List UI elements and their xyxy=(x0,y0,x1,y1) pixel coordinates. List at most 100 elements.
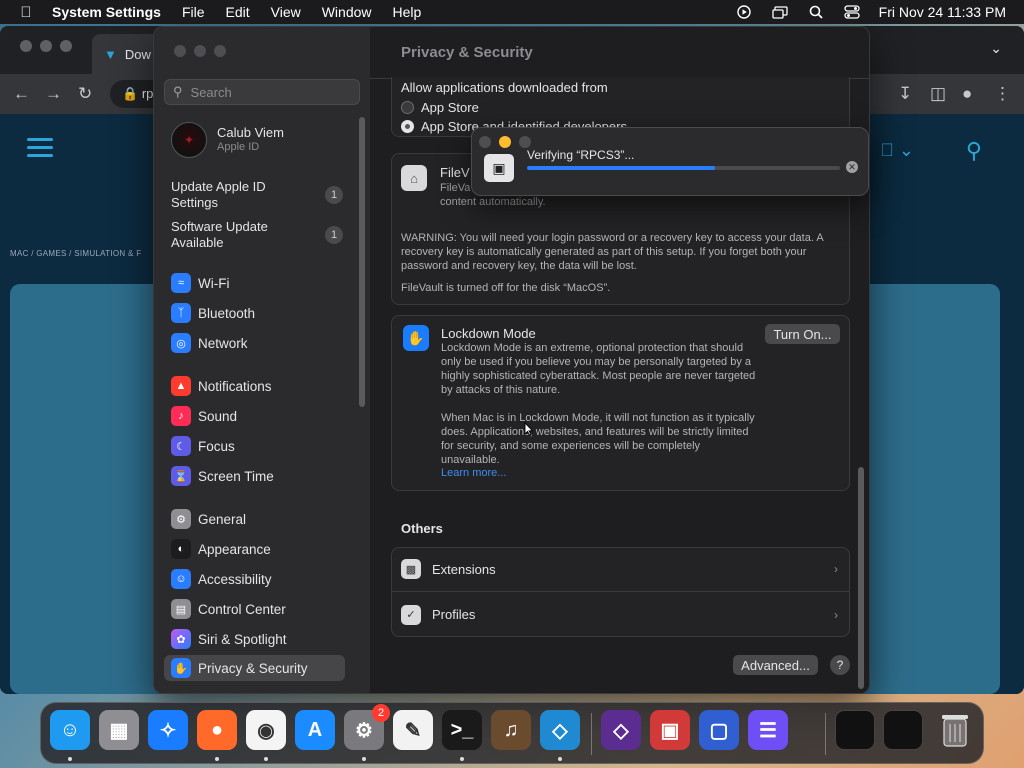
sidebar-item-bluetooth[interactable]: ᛉ Bluetooth xyxy=(171,300,343,326)
sidebar-item-screen-time[interactable]: ⌛ Screen Time xyxy=(171,463,343,489)
hand-icon: ✋ xyxy=(171,658,191,678)
minimized-window-1[interactable] xyxy=(835,710,875,750)
content-scrollbar[interactable] xyxy=(858,467,864,689)
running-indicator xyxy=(215,757,219,761)
minimized-window-2[interactable] xyxy=(883,710,923,750)
sidebar-item-label: General xyxy=(198,511,247,527)
close-window-button[interactable] xyxy=(479,136,491,148)
browser-menu-icon[interactable]: ⋮ xyxy=(994,84,1011,104)
sidebar-item-label: Bluetooth xyxy=(198,305,256,321)
update-apple-id-notice[interactable]: Update Apple ID Settings 1 xyxy=(171,179,343,211)
safari-icon[interactable]: ✧ xyxy=(148,710,188,750)
filevault-title: FileV xyxy=(440,165,470,180)
dock-app-glyph: ♫ xyxy=(503,718,519,741)
close-window-button[interactable] xyxy=(20,40,32,52)
minimize-window-button[interactable] xyxy=(499,136,511,148)
chrome-icon[interactable]: ◉ xyxy=(246,710,286,750)
help-button[interactable]: ? xyxy=(830,655,850,675)
firefox-icon[interactable]: ● xyxy=(197,710,237,750)
photo-booth-icon[interactable]: ▣ xyxy=(650,710,690,750)
profile-icon[interactable]: ● xyxy=(962,84,972,104)
zoom-window-button[interactable] xyxy=(60,40,72,52)
hamburger-menu-icon[interactable] xyxy=(27,138,53,158)
menu-app-name[interactable]: System Settings xyxy=(52,4,161,20)
side-panel-icon[interactable]: ◫ xyxy=(930,84,946,104)
visual-studio-icon[interactable]: ◇ xyxy=(601,710,641,750)
accessibility-icon: ☺ xyxy=(171,569,191,589)
radio-button[interactable] xyxy=(401,101,414,114)
tab-list-chevron-icon[interactable]: ⌄ xyxy=(990,40,1002,57)
profiles-row[interactable]: ✓ Profiles › xyxy=(391,592,850,637)
menu-view[interactable]: View xyxy=(271,4,301,20)
menu-window[interactable]: Window xyxy=(322,4,372,20)
search-icon[interactable] xyxy=(807,5,825,19)
minimize-window-button[interactable] xyxy=(40,40,52,52)
back-arrow-icon[interactable]: ← xyxy=(13,84,30,104)
screens-icon[interactable]: ▢ xyxy=(699,710,739,750)
zoom-window-button[interactable] xyxy=(214,45,226,57)
control-center-icon[interactable] xyxy=(843,5,861,19)
turn-on-button[interactable]: Turn On... xyxy=(765,324,840,344)
apple-platform-icon[interactable]:  ⌄ xyxy=(880,140,914,161)
launchpad-icon[interactable]: ▦ xyxy=(99,710,139,750)
sidebar-item-accessibility[interactable]: ☺ Accessibility xyxy=(171,566,343,592)
close-window-button[interactable] xyxy=(174,45,186,57)
garageband-icon[interactable]: ♫ xyxy=(491,710,531,750)
apple-id-account[interactable]: ✦ Calub Viem Apple ID xyxy=(171,122,284,158)
site-search-icon[interactable]: ⚲ xyxy=(966,138,982,164)
browser-tab[interactable]: ▼ Dow xyxy=(92,34,162,74)
profiles-icon: ✓ xyxy=(401,604,421,625)
zoom-window-button[interactable] xyxy=(519,136,531,148)
finder-icon[interactable]: ☺ xyxy=(50,710,90,750)
trash-icon[interactable] xyxy=(935,710,975,750)
sidebar-item-control-center[interactable]: ▤ Control Center xyxy=(171,596,343,622)
advanced-button[interactable]: Advanced... xyxy=(733,655,818,675)
learn-more-link[interactable]: Learn more... xyxy=(441,467,506,479)
cancel-verify-button[interactable]: ✕ xyxy=(846,161,858,173)
terminal-icon[interactable]: >_ xyxy=(442,710,482,750)
menu-clock[interactable]: Fri Nov 24 11:33 PM xyxy=(879,4,1006,20)
screen-mirroring-icon[interactable] xyxy=(771,5,789,19)
sidebar-item-label: Notifications xyxy=(198,378,272,394)
row-label: Profiles xyxy=(432,607,476,622)
app-store-icon[interactable]: A xyxy=(295,710,335,750)
system-settings-icon[interactable]: ⚙ 2 xyxy=(344,704,390,750)
others-heading: Others xyxy=(401,521,443,536)
textedit-icon[interactable]: ✎ xyxy=(393,710,433,750)
sidebar-item-notifications[interactable]: ▲ Notifications xyxy=(171,373,343,399)
menu-file[interactable]: File xyxy=(182,4,205,20)
verify-dialog: ▣ Verifying “RPCS3”... ✕ xyxy=(471,127,869,196)
hand-icon: ✋ xyxy=(403,325,429,351)
download-toolbar-icon[interactable]: ↧ xyxy=(898,84,912,104)
appearance-icon: ◐ xyxy=(171,539,191,559)
apple-menu-icon[interactable]:  xyxy=(0,4,52,21)
vscode-icon[interactable]: ◇ xyxy=(540,710,580,750)
minimize-window-button[interactable] xyxy=(194,45,206,57)
radio-button-selected[interactable] xyxy=(401,120,414,133)
control-center-icon: ▤ xyxy=(171,599,191,619)
menu-help[interactable]: Help xyxy=(393,4,422,20)
reload-icon[interactable]: ↻ xyxy=(78,84,92,104)
sidebar-item-focus[interactable]: ☾ Focus xyxy=(171,433,343,459)
sidebar-item-privacy-security[interactable]: ✋ Privacy & Security xyxy=(164,655,345,681)
sidebar-item-sound[interactable]: ♪ Sound xyxy=(171,403,343,429)
sidebar-scrollbar[interactable] xyxy=(359,117,365,407)
forward-arrow-icon[interactable]: → xyxy=(45,84,62,104)
software-update-notice[interactable]: Software Update Available 1 xyxy=(171,219,343,251)
sidebar-item-appearance[interactable]: ◐ Appearance xyxy=(171,536,343,562)
dock-app-glyph: ✎ xyxy=(404,719,422,742)
chevron-right-icon: › xyxy=(834,607,838,622)
installer-icon[interactable]: ☰ xyxy=(748,710,788,750)
sidebar-item-network[interactable]: ◎ Network xyxy=(171,330,343,356)
extensions-row[interactable]: ▩ Extensions › xyxy=(391,547,850,592)
option-app-store[interactable]: App Store xyxy=(401,100,479,115)
search-icon: ⚲ xyxy=(173,84,183,99)
play-icon[interactable] xyxy=(735,5,753,19)
sidebar-search-field[interactable]: ⚲ Search xyxy=(164,79,360,105)
menu-edit[interactable]: Edit xyxy=(226,4,250,20)
sidebar-item-siri-spotlight[interactable]: ✿ Siri & Spotlight xyxy=(171,626,343,652)
dock-app-glyph: ▦ xyxy=(109,719,129,742)
sidebar-item-general[interactable]: ⚙ General xyxy=(171,506,343,532)
sidebar-item-wifi[interactable]: ≈ Wi-Fi xyxy=(171,270,343,296)
sidebar-item-label: Sound xyxy=(198,408,238,424)
